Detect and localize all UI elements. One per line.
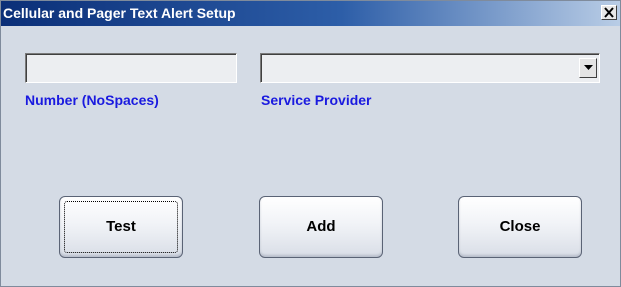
alert-setup-dialog: Cellular and Pager Text Alert Setup Numb… xyxy=(0,0,621,287)
add-button[interactable]: Add xyxy=(259,196,383,258)
close-icon xyxy=(604,7,614,18)
service-provider-dropdown-button[interactable] xyxy=(579,58,597,78)
test-button-label: Test xyxy=(106,218,136,235)
test-button[interactable]: Test xyxy=(59,196,183,258)
window-title: Cellular and Pager Text Alert Setup xyxy=(3,5,236,21)
number-input[interactable] xyxy=(26,54,236,82)
title-bar[interactable]: Cellular and Pager Text Alert Setup xyxy=(1,1,620,26)
number-label: Number (NoSpaces) xyxy=(25,92,159,108)
number-field-container xyxy=(25,53,237,83)
chevron-down-icon xyxy=(583,65,593,70)
service-provider-label: Service Provider xyxy=(261,92,372,108)
add-button-label: Add xyxy=(306,218,336,235)
close-button[interactable]: Close xyxy=(458,196,582,258)
window-close-button[interactable] xyxy=(601,5,617,20)
service-provider-select[interactable] xyxy=(260,53,600,83)
close-button-label: Close xyxy=(499,218,541,235)
